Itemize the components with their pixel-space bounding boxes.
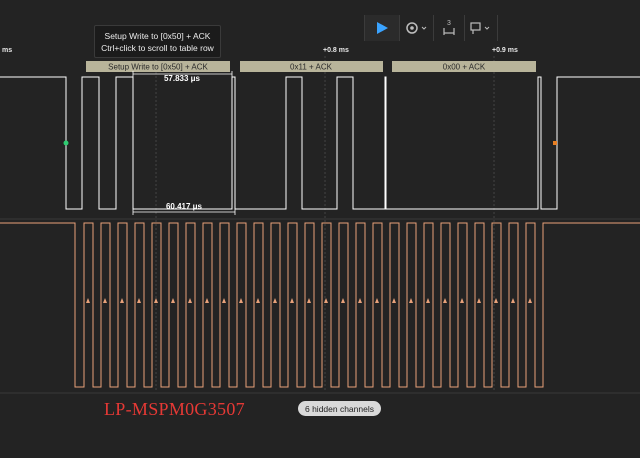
tooltip-title: Setup Write to [0x50] + ACK	[104, 31, 211, 41]
protocol-frame-label: 0x00 + ACK	[443, 63, 486, 72]
protocol-frame[interactable]: 0x11 + ACK	[240, 61, 383, 72]
tooltip-hint: Ctrl+click to scroll to table row	[101, 43, 214, 53]
hidden-channels-button[interactable]: 6 hidden channels	[298, 401, 381, 416]
measurement-upper[interactable]: 57.833 μs	[132, 71, 233, 83]
measurement-value: 60.417 μs	[166, 202, 203, 211]
sample-point-markers	[86, 298, 532, 303]
sda-waveform	[0, 76, 640, 210]
protocol-frame[interactable]: Setup Write to [0x50] + ACK	[86, 61, 230, 72]
device-label: LP-MSPM0G3507	[104, 399, 245, 419]
protocol-frame[interactable]: 0x00 + ACK	[392, 61, 536, 72]
frame-tooltip: Setup Write to [0x50] + ACK Ctrl+click t…	[94, 25, 221, 58]
protocol-frame-label: Setup Write to [0x50] + ACK	[108, 63, 208, 72]
protocol-frame-label: 0x11 + ACK	[290, 63, 333, 72]
start-condition-marker	[63, 140, 69, 146]
measurement-value: 57.833 μs	[164, 74, 201, 83]
waveform-area[interactable]: Setup Write to [0x50] + ACK 0x11 + ACK 0…	[0, 0, 640, 458]
scl-waveform	[0, 222, 640, 388]
stop-condition-marker	[553, 141, 557, 145]
